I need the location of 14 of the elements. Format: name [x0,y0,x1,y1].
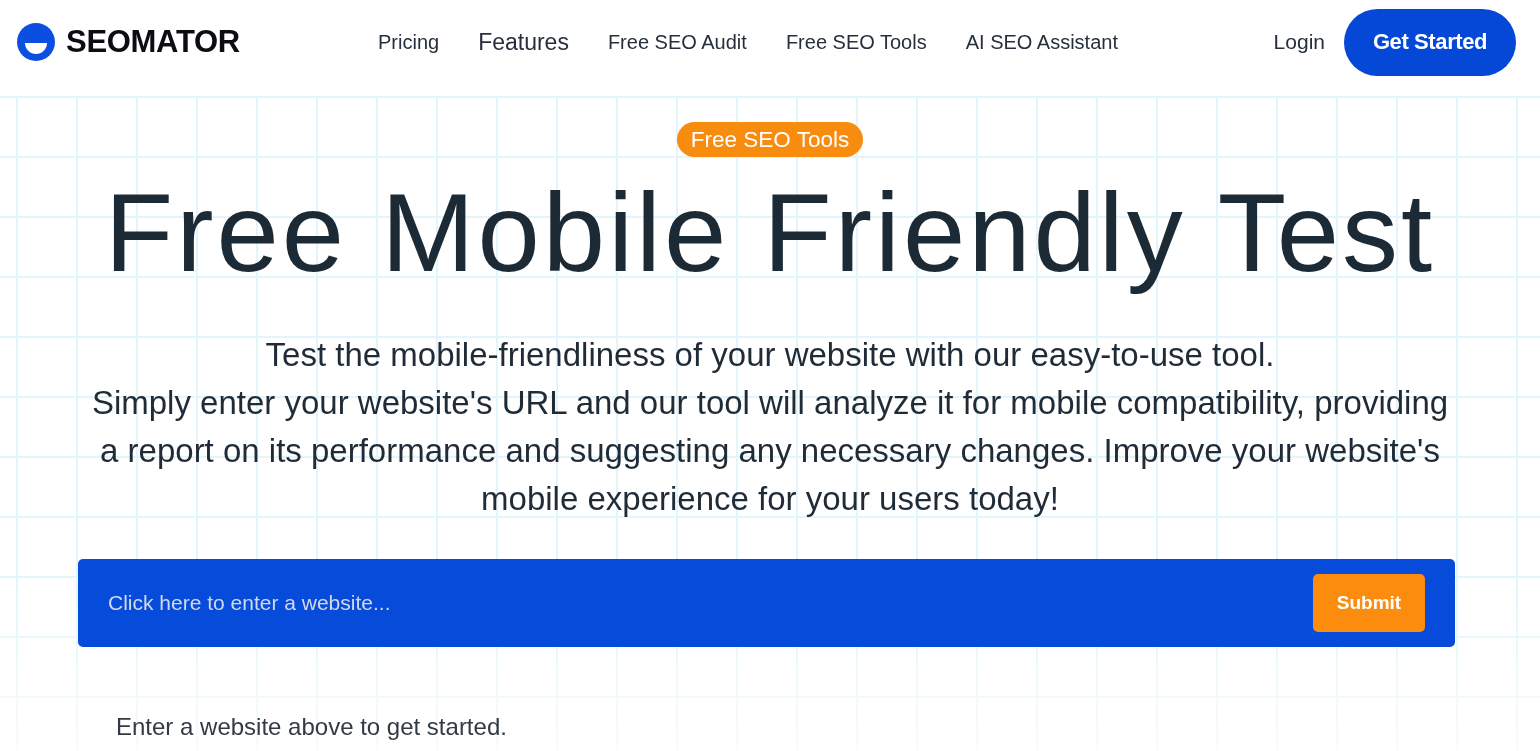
nav-menu-button[interactable]: Features [478,28,569,56]
nav-link[interactable]: Free SEO Audit [607,30,747,54]
nav-link[interactable]: Free SEO Tools [785,30,927,54]
nav-link[interactable]: AI SEO Assistant [965,30,1118,54]
category-badge: Free SEO Tools [676,122,864,157]
logo-icon [17,23,55,61]
intro-text: Test the mobile-friendliness of your website with our easy-to-use tool. [265,335,1275,376]
get-started-button[interactable]: Get Started [1344,8,1516,76]
hint-text: Enter a website above to get started. [116,713,507,742]
nav-link[interactable]: Pricing [378,30,440,54]
description-text: Simply enter your website's URL and our tool will analyze it for mobile compatibility, providing a report on its performance and suggesting any necessary changes. Improve your website's mobile experience for your users today! [90,383,1450,520]
logo-text: SEOMATOR [66,24,240,60]
login-link[interactable]: Login [1273,30,1325,54]
page-title: Free Mobile Friendly Test [104,169,1436,297]
